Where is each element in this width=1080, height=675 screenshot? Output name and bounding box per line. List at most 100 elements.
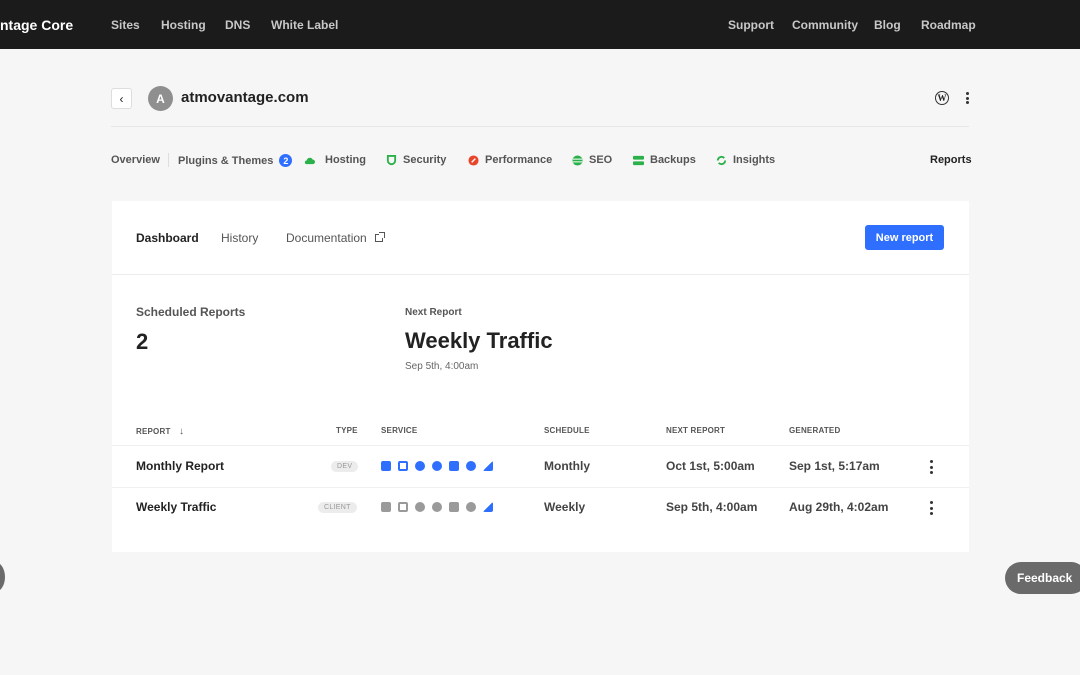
section-label: Insights [733, 154, 776, 166]
section-plugins-themes[interactable]: Plugins & Themes 2 [178, 154, 293, 167]
floating-help-button[interactable] [0, 562, 5, 592]
tab-documentation[interactable]: Documentation [286, 231, 385, 245]
analytics-icon [483, 461, 493, 471]
report-name[interactable]: Monthly Report [136, 459, 224, 473]
section-label: SEO [589, 154, 613, 166]
section-seo[interactable]: SEO [572, 154, 612, 166]
type-badge: DEV [331, 461, 359, 472]
download-icon [381, 461, 391, 471]
top-navbar: ntage Core Sites Hosting DNS White Label… [0, 0, 1080, 49]
dot-icon [929, 465, 933, 469]
back-button[interactable]: ‹ [111, 88, 132, 109]
column-header-service: Service [381, 426, 418, 435]
row-menu-button[interactable] [929, 501, 933, 515]
chevron-left-icon: ‹ [119, 91, 124, 106]
insights-icon [466, 461, 476, 471]
report-generated: Sep 1st, 5:17am [789, 459, 880, 473]
tab-dashboard[interactable]: Dashboard [136, 231, 199, 245]
column-header-schedule: Schedule [544, 426, 590, 435]
column-header-report[interactable]: Report ↓ [136, 426, 184, 437]
shield-icon [398, 461, 408, 471]
seo-icon [432, 461, 442, 471]
report-schedule: Weekly [544, 500, 586, 514]
site-menu-button[interactable] [962, 90, 972, 106]
report-schedule: Monthly [544, 459, 590, 473]
tab-history[interactable]: History [221, 231, 258, 245]
section-label: Plugins & Themes [178, 154, 274, 167]
column-header-next-report: Next Report [666, 426, 726, 435]
row-menu-button[interactable] [929, 460, 933, 474]
shield-icon [398, 502, 408, 512]
section-reports[interactable]: Reports [930, 154, 972, 166]
brand-name[interactable]: ntage Core [0, 17, 73, 33]
insights-icon [466, 502, 476, 512]
card-divider [112, 274, 969, 275]
section-hosting[interactable]: Hosting [304, 154, 366, 166]
scheduled-reports-count: 2 [136, 329, 149, 354]
tab-label: Documentation [286, 231, 367, 245]
nav-community[interactable]: Community [792, 18, 858, 32]
analytics-icon [483, 502, 493, 512]
nav-roadmap[interactable]: Roadmap [921, 18, 976, 32]
insights-icon [716, 155, 727, 165]
new-report-button[interactable]: New report [865, 225, 944, 250]
site-name: atmovantage.com [181, 89, 309, 106]
speed-icon [468, 154, 479, 166]
dot-icon [965, 96, 969, 100]
section-label: Hosting [325, 154, 366, 166]
dot-icon [929, 506, 933, 510]
section-label: Security [403, 154, 447, 166]
section-backups[interactable]: Backups [633, 154, 696, 166]
dot-icon [929, 471, 933, 474]
service-icons [381, 502, 493, 512]
header-label: Report [136, 427, 171, 436]
nav-white-label[interactable]: White Label [271, 18, 338, 32]
column-header-generated: Generated [789, 426, 841, 435]
backups-icon [633, 155, 644, 165]
count-badge: 2 [279, 154, 293, 167]
backups-icon [449, 461, 459, 471]
nav-support[interactable]: Support [728, 18, 774, 32]
seo-icon [432, 502, 442, 512]
report-next: Sep 5th, 4:00am [666, 500, 758, 514]
nav-hosting[interactable]: Hosting [161, 18, 206, 32]
sort-arrow-icon: ↓ [178, 426, 185, 437]
speed-icon [415, 502, 425, 512]
reports-card: Dashboard History Documentation New repo… [112, 201, 969, 552]
nav-divider [168, 153, 169, 167]
section-insights[interactable]: Insights [716, 154, 775, 166]
section-performance[interactable]: Performance [468, 154, 552, 166]
service-icons [381, 461, 493, 471]
seo-icon [572, 154, 583, 166]
download-icon [381, 502, 391, 512]
scheduled-reports-label: Scheduled Reports [136, 305, 246, 319]
nav-sites[interactable]: Sites [111, 18, 140, 32]
dot-icon [965, 92, 969, 95]
external-link-icon [374, 232, 385, 242]
feedback-button[interactable]: Feedback [1005, 562, 1080, 594]
dot-icon [929, 460, 933, 463]
nav-blog[interactable]: Blog [874, 18, 901, 32]
report-next: Oct 1st, 5:00am [666, 459, 755, 473]
column-header-type: Type [336, 426, 358, 435]
section-security[interactable]: Security [386, 154, 446, 166]
section-label: Overview [111, 154, 160, 166]
dot-icon [929, 501, 933, 504]
report-generated: Aug 29th, 4:02am [789, 500, 889, 514]
section-label: Performance [485, 154, 553, 166]
wordpress-icon[interactable]: W [935, 91, 949, 105]
row-divider [112, 487, 969, 488]
row-divider [112, 445, 969, 446]
section-overview[interactable]: Overview [111, 154, 160, 166]
backups-icon [449, 502, 459, 512]
cloud-icon [304, 157, 315, 164]
type-badge: CLIENT [318, 502, 357, 513]
nav-dns[interactable]: DNS [225, 18, 250, 32]
section-label: Backups [650, 154, 696, 166]
shield-icon [386, 154, 397, 165]
site-avatar: A [148, 86, 173, 111]
next-report-label: Next Report [405, 307, 462, 318]
dot-icon [929, 512, 933, 515]
header-divider [111, 126, 969, 127]
report-name[interactable]: Weekly Traffic [136, 500, 216, 514]
